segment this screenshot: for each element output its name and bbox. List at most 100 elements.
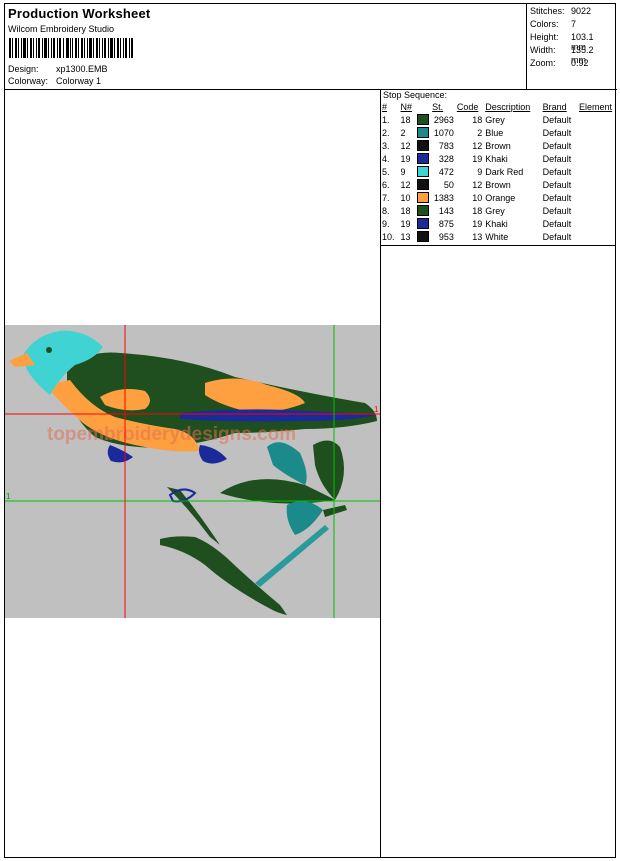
- row-number: 9.: [382, 218, 390, 229]
- row-code: 13: [472, 231, 483, 242]
- row-element: [579, 191, 615, 204]
- stop-rows: 1. 18 2963 18 Grey Default 2. 2 1070 2 Blue Default…: [382, 113, 615, 243]
- row-code: 12: [472, 140, 483, 151]
- row-needle: 12: [400, 179, 411, 190]
- row-code: 18: [472, 114, 483, 125]
- row-brand: Default: [542, 205, 572, 216]
- color-swatch-box: [417, 153, 430, 165]
- row-brand: Default: [542, 140, 572, 151]
- color-swatch: [417, 152, 432, 165]
- leaf-upper: [313, 440, 344, 500]
- stop-sequence-table: # N# St. Code Description Brand Element …: [382, 101, 615, 243]
- row-element: [579, 230, 615, 243]
- row-number: 1.: [382, 114, 390, 125]
- table-row: 10. 13 953 13 White Default: [382, 230, 615, 243]
- row-stitches: 328: [438, 153, 454, 164]
- row-stitches: 1070: [433, 127, 454, 138]
- table-row: 8. 18 143 18 Grey Default: [382, 204, 615, 217]
- color-swatch-box: [417, 205, 430, 217]
- row-number: 8.: [382, 205, 390, 216]
- row-code: 2: [477, 127, 483, 138]
- color-swatch-box: [417, 231, 430, 243]
- color-swatch: [417, 230, 432, 243]
- row-description: Brown: [485, 179, 511, 190]
- row-description: Orange: [485, 192, 516, 203]
- row-element: [579, 113, 615, 126]
- row-needle: 18: [400, 205, 411, 216]
- col-brand: Brand: [542, 102, 567, 112]
- watermark-text: topembroiderydesigns.com: [47, 424, 296, 445]
- row-needle: 2: [400, 127, 406, 138]
- table-row: 4. 19 328 19 Khaki Default: [382, 152, 615, 165]
- color-swatch: [417, 126, 432, 139]
- row-number: 10.: [382, 231, 395, 242]
- table-row: 3. 12 783 12 Brown Default: [382, 139, 615, 152]
- axis-label-green: 1: [6, 492, 11, 501]
- color-swatch-box: [417, 192, 430, 204]
- row-stitches: 143: [438, 205, 454, 216]
- colorway-value: Colorway 1: [56, 76, 102, 86]
- row-brand: Default: [542, 179, 572, 190]
- row-needle: 19: [400, 218, 411, 229]
- row-stitches: 2963: [433, 114, 454, 125]
- color-swatch-box: [417, 127, 430, 139]
- row-brand: Default: [542, 153, 572, 164]
- row-stitches: 50: [443, 179, 454, 190]
- bird-eye: [46, 347, 52, 353]
- row-needle: 13: [400, 231, 411, 242]
- design-row: Design: xp1300.EMB: [8, 64, 108, 74]
- leaf-lower: [220, 479, 335, 504]
- row-element: [579, 217, 615, 230]
- header-divider: [5, 89, 617, 90]
- row-stitches: 1383: [433, 192, 454, 203]
- row-brand: Default: [542, 114, 572, 125]
- row-description: Grey: [485, 114, 505, 125]
- col-num: #: [382, 102, 388, 112]
- colorway-row: Colorway: Colorway 1: [8, 76, 101, 86]
- bird-foot-right: [199, 445, 227, 464]
- color-swatch: [417, 139, 432, 152]
- row-description: Khaki: [485, 153, 508, 164]
- table-row: 6. 12 50 12 Brown Default: [382, 178, 615, 191]
- row-number: 5.: [382, 166, 390, 177]
- table-row: 1. 18 2963 18 Grey Default: [382, 113, 615, 126]
- software-name: Wilcom Embroidery Studio: [8, 24, 115, 34]
- row-needle: 12: [400, 140, 411, 151]
- row-description: Blue: [485, 127, 504, 138]
- row-element: [579, 152, 615, 165]
- col-element: Element: [578, 102, 612, 112]
- color-swatch: [417, 191, 432, 204]
- row-brand: Default: [542, 218, 572, 229]
- row-element: [579, 165, 615, 178]
- color-swatch-box: [417, 140, 430, 152]
- colorway-label: Colorway:: [8, 76, 49, 86]
- col-code: Code: [456, 102, 479, 112]
- row-code: 19: [472, 218, 483, 229]
- design-file: xp1300.EMB: [56, 64, 108, 74]
- color-swatch: [417, 178, 432, 191]
- table-header: # N# St. Code Description Brand Element: [382, 101, 615, 113]
- table-row: 7. 10 1383 10 Orange Default: [382, 191, 615, 204]
- row-code: 10: [472, 192, 483, 203]
- color-swatch: [417, 204, 432, 217]
- row-element: [579, 204, 615, 217]
- embroidery-design: topembroiderydesigns.com 1 1: [5, 325, 380, 618]
- col-swatch: [417, 101, 432, 113]
- barcode: [9, 38, 133, 58]
- row-needle: 18: [400, 114, 411, 125]
- color-swatch: [417, 113, 432, 126]
- row-number: 4.: [382, 153, 390, 164]
- table-row: 2. 2 1070 2 Blue Default: [382, 126, 615, 139]
- color-swatch-box: [417, 179, 430, 191]
- row-description: Brown: [485, 140, 511, 151]
- row-code: 9: [477, 166, 483, 177]
- color-swatch: [417, 217, 432, 230]
- row-brand: Default: [542, 166, 572, 177]
- color-swatch-box: [417, 114, 430, 126]
- row-number: 2.: [382, 127, 390, 138]
- stops-divider: [380, 245, 616, 246]
- twig-end: [323, 505, 347, 517]
- row-stitches: 472: [438, 166, 454, 177]
- row-brand: Default: [542, 231, 572, 242]
- row-description: Khaki: [485, 218, 508, 229]
